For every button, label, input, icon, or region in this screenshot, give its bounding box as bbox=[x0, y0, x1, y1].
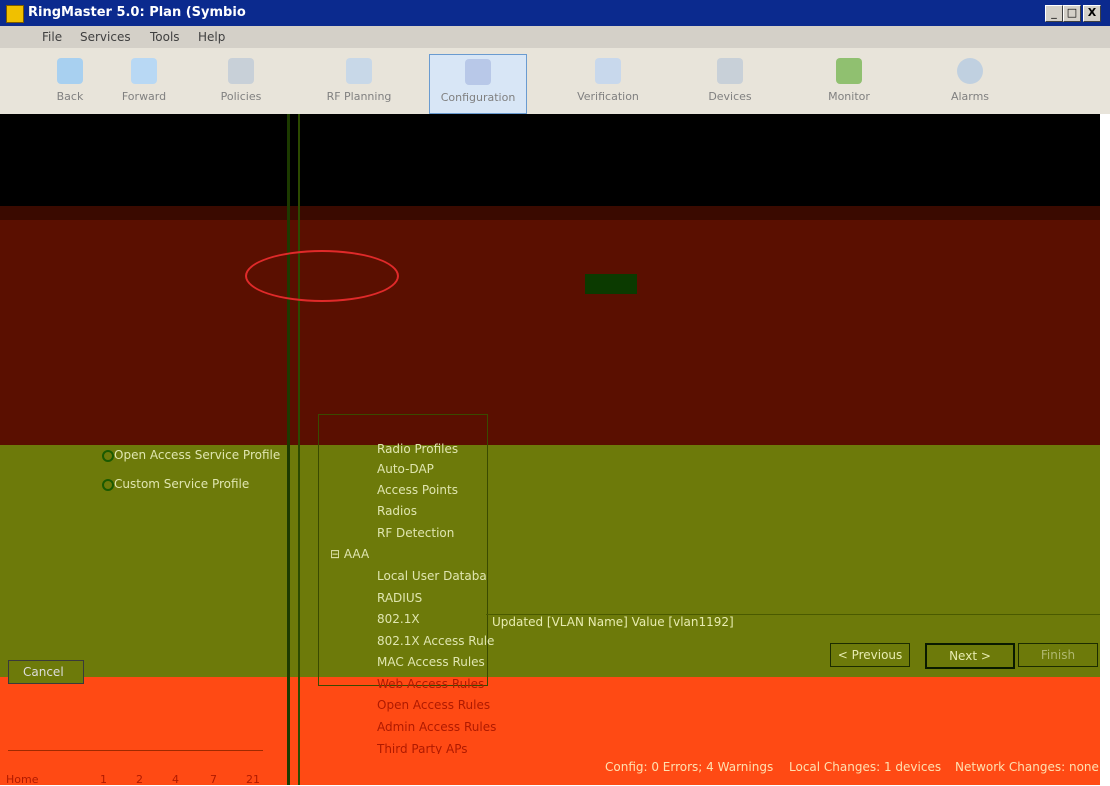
devices-button[interactable]: Devices bbox=[682, 54, 778, 112]
previous-button[interactable]: < Previous bbox=[830, 643, 910, 667]
corrupted-strip bbox=[0, 206, 1110, 220]
custom-service-profile-option[interactable]: Custom Service Profile bbox=[102, 477, 250, 491]
tree-item-open-access-rules[interactable]: Open Access Rules bbox=[377, 698, 490, 712]
configuration-button[interactable]: Configuration bbox=[429, 54, 527, 114]
corrupted-region bbox=[0, 114, 1110, 206]
window-title: RingMaster 5.0: Plan (Symbio bbox=[28, 5, 246, 20]
tree-item-8021x-access-rules[interactable]: 802.1X Access Rule bbox=[377, 634, 494, 648]
alarms-label: Alarms bbox=[950, 90, 990, 103]
tree-item-web-access-rules[interactable]: Web Access Rules bbox=[377, 677, 484, 691]
close-button[interactable]: X bbox=[1083, 5, 1101, 22]
local-changes-status: Local Changes: 1 devices bbox=[789, 760, 942, 774]
tree-node-aaa-label: AAA bbox=[343, 547, 370, 561]
monitor-icon bbox=[836, 58, 862, 84]
menu-services[interactable]: Services bbox=[80, 30, 131, 44]
maximize-button[interactable]: □ bbox=[1063, 5, 1081, 22]
forward-label: Forward bbox=[121, 90, 167, 103]
custom-service-profile-label: Custom Service Profile bbox=[114, 477, 250, 491]
alarms-icon bbox=[957, 58, 983, 84]
devices-label: Devices bbox=[708, 90, 752, 103]
tree-item-mac-access-rules[interactable]: MAC Access Rules bbox=[377, 655, 485, 669]
rf-planning-button[interactable]: RF Planning bbox=[311, 54, 407, 112]
tab-home[interactable]: Home bbox=[6, 773, 38, 786]
menu-tools[interactable]: Tools bbox=[150, 30, 180, 44]
tree-item-radius[interactable]: RADIUS bbox=[377, 591, 422, 605]
config-status: Config: 0 Errors; 4 Warnings bbox=[605, 760, 774, 774]
app-icon bbox=[6, 5, 24, 23]
splitter-left[interactable] bbox=[287, 114, 290, 785]
forward-arrow-icon bbox=[131, 58, 157, 84]
menu-bar: File Services Tools Help bbox=[0, 26, 1110, 48]
menu-help[interactable]: Help bbox=[198, 30, 225, 44]
status-message: Updated [VLAN Name] Value [vlan1192] bbox=[486, 614, 1100, 632]
tree-item-radio-profiles[interactable]: Radio Profiles bbox=[377, 442, 458, 456]
next-button[interactable]: Next > bbox=[925, 643, 1015, 669]
configuration-label: Configuration bbox=[440, 91, 516, 104]
rf-planning-label: RF Planning bbox=[326, 90, 392, 103]
network-changes-status: Network Changes: none bbox=[955, 760, 1099, 774]
menu-file[interactable]: File bbox=[42, 30, 62, 44]
policies-button[interactable]: Policies bbox=[193, 54, 289, 112]
tab-2[interactable]: 2 bbox=[136, 773, 143, 786]
monitor-label: Monitor bbox=[828, 90, 870, 103]
status-bar: Config: 0 Errors; 4 Warnings Local Chang… bbox=[300, 758, 1100, 778]
tree-item-third-party-aps[interactable]: Third Party APs bbox=[377, 742, 468, 754]
back-label: Back bbox=[56, 90, 84, 103]
tab-1[interactable]: 1 bbox=[100, 773, 107, 786]
tree-item-auto-dap[interactable]: Auto-DAP bbox=[377, 462, 434, 476]
verification-label: Verification bbox=[577, 90, 639, 103]
radio-indicator-icon bbox=[102, 450, 114, 462]
title-bar: RingMaster 5.0: Plan (Symbio _ □ X bbox=[0, 0, 1110, 26]
tree-item-local-user-database[interactable]: Local User Databa bbox=[377, 569, 487, 583]
right-edge bbox=[1100, 114, 1110, 785]
devices-icon bbox=[717, 58, 743, 84]
minimize-button[interactable]: _ bbox=[1045, 5, 1063, 22]
verification-button[interactable]: Verification bbox=[560, 54, 656, 112]
collapse-icon[interactable]: ⊟ bbox=[330, 547, 344, 561]
selection-patch bbox=[585, 274, 637, 294]
configuration-icon bbox=[465, 59, 491, 85]
main-toolbar: Back Forward Policies RF Planning Config… bbox=[0, 48, 1110, 115]
tab-4[interactable]: 4 bbox=[172, 773, 179, 786]
splitter-panel[interactable] bbox=[298, 114, 300, 785]
tree-item-admin-access-rules[interactable]: Admin Access Rules bbox=[377, 720, 496, 734]
tree-item-radios[interactable]: Radios bbox=[377, 504, 417, 518]
highlight-ellipse bbox=[245, 250, 399, 302]
tab-7[interactable]: 7 bbox=[210, 773, 217, 786]
back-arrow-icon bbox=[57, 58, 83, 84]
verification-icon bbox=[595, 58, 621, 84]
policies-icon bbox=[228, 58, 254, 84]
rf-planning-icon bbox=[346, 58, 372, 84]
finish-button[interactable]: Finish bbox=[1018, 643, 1098, 667]
tab-21[interactable]: 21 bbox=[246, 773, 260, 786]
tree-node-aaa[interactable]: ⊟ AAA bbox=[330, 547, 369, 561]
alarms-button[interactable]: Alarms bbox=[922, 54, 1018, 112]
open-access-service-profile-option[interactable]: Open Access Service Profile bbox=[102, 448, 281, 462]
open-access-service-profile-label: Open Access Service Profile bbox=[114, 448, 281, 462]
policies-label: Policies bbox=[220, 90, 262, 103]
tree-item-access-points[interactable]: Access Points bbox=[377, 483, 458, 497]
cancel-button[interactable]: Cancel bbox=[8, 660, 84, 684]
tree-item-rf-detection[interactable]: RF Detection bbox=[377, 526, 454, 540]
radio-indicator-icon bbox=[102, 479, 114, 491]
forward-button[interactable]: Forward bbox=[96, 54, 192, 112]
tree-item-8021x[interactable]: 802.1X bbox=[377, 612, 420, 626]
dialog-body-upper bbox=[0, 220, 1110, 445]
monitor-button[interactable]: Monitor bbox=[801, 54, 897, 112]
